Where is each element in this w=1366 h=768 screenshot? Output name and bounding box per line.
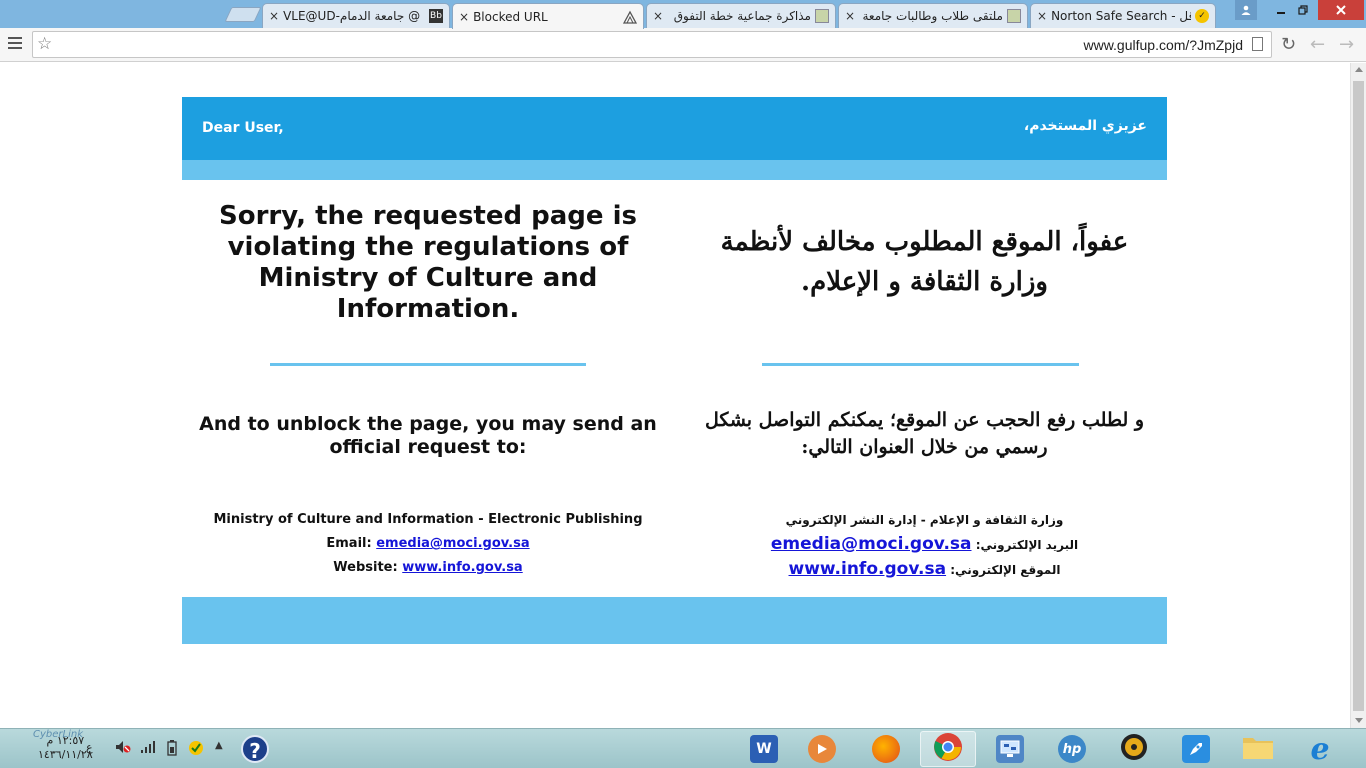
website-line-en: Website: www.info.gov.sa (182, 556, 674, 580)
tab-label: مذاكرة جماعية خطة التفوق (673, 9, 811, 23)
folder-icon (1242, 733, 1274, 765)
tab-close-icon[interactable]: × (459, 10, 469, 24)
website-line-ar: الموقع الإلكتروني: www.info.gov.sa (702, 557, 1147, 582)
vertical-scrollbar[interactable] (1350, 63, 1366, 728)
close-window-button[interactable] (1318, 0, 1364, 20)
email-link-en[interactable]: emedia@moci.gov.sa (376, 536, 529, 551)
play-icon (808, 735, 836, 763)
hp-icon: hp (1058, 735, 1086, 763)
taskbar: ١٢:٥٧ م ١٤٣٦/١١/٢٨ CyberLink ع ▲ ? W hp (0, 728, 1366, 768)
forum-icon (815, 9, 829, 23)
internet-explorer-app-icon[interactable]: e (1292, 731, 1348, 767)
tab-norton[interactable]: × Norton Safe Search - قوقل ✓ (1030, 3, 1216, 28)
tab-close-icon[interactable]: × (269, 9, 279, 23)
media-player-app-icon[interactable] (794, 731, 850, 767)
word-app-icon[interactable]: W (736, 731, 792, 767)
unblock-instructions-en: And to unblock the page, you may send an… (199, 413, 657, 458)
volume-muted-icon[interactable] (115, 740, 131, 758)
email-line-ar: البريد الإلكتروني: emedia@moci.gov.sa (702, 532, 1147, 557)
word-icon: W (750, 735, 778, 763)
language-indicator[interactable]: ع (86, 741, 93, 754)
battery-icon[interactable] (165, 740, 179, 760)
website-label-ar: الموقع الإلكتروني: (950, 563, 1061, 577)
scroll-thumb[interactable] (1353, 81, 1364, 711)
firefox-icon (872, 735, 900, 763)
tab-close-icon[interactable]: × (1037, 9, 1047, 23)
contact-info-en: Ministry of Culture and Information - El… (182, 508, 674, 580)
scroll-down-icon[interactable] (1355, 718, 1363, 723)
tab-label: ملتقى طلاب وطالبات جامعة (862, 9, 1003, 23)
help-icon[interactable]: ? (241, 735, 269, 763)
website-link-ar[interactable]: www.info.gov.sa (789, 559, 947, 579)
control-panel-icon (996, 735, 1024, 763)
clock-date: ١٤٣٦/١١/٢٨ (38, 748, 93, 761)
ie-icon: e (1310, 731, 1330, 767)
cyberlink-logo: CyberLink (33, 729, 83, 740)
divider-en (270, 363, 586, 366)
browser-toolbar: ☆ www.gulfup.com/?JmZpjd ↻ ← → (0, 28, 1366, 62)
chrome-app-icon[interactable] (920, 731, 976, 767)
email-label-ar: البريد الإلكتروني: (975, 538, 1079, 552)
firefox-app-icon[interactable] (858, 731, 914, 767)
file-explorer-app-icon[interactable] (1230, 731, 1286, 767)
header-band: Dear User, عزيزي المستخدم، (182, 97, 1167, 160)
title-bar: × VLE@UD-جامعة الدمام @ Bb × Blocked URL… (0, 0, 1366, 29)
greeting-en: Dear User, (202, 120, 284, 136)
tab-study[interactable]: × مذاكرة جماعية خطة التفوق (646, 3, 836, 28)
hp-app-icon[interactable]: hp (1044, 731, 1100, 767)
rocket-icon (1182, 735, 1210, 763)
forum-icon (1007, 9, 1021, 23)
greeting-ar: عزيزي المستخدم، (1023, 118, 1147, 134)
org-name-ar: وزارة الثقافة و الإعلام - إدارة النشر ال… (785, 513, 1064, 527)
new-tab-button[interactable] (224, 7, 262, 22)
email-label-en: Email: (326, 536, 372, 551)
address-bar[interactable]: ☆ www.gulfup.com/?JmZpjd (32, 31, 1272, 58)
norton-check-icon: ✓ (1195, 9, 1209, 23)
tab-close-icon[interactable]: × (653, 9, 663, 23)
email-link-ar[interactable]: emedia@moci.gov.sa (771, 534, 972, 554)
url-text[interactable]: www.gulfup.com/?JmZpjd (1083, 37, 1243, 53)
back-icon[interactable]: ← (1310, 34, 1325, 55)
menu-icon[interactable] (8, 37, 22, 51)
page-loading-icon (623, 10, 637, 24)
control-panel-app-icon[interactable] (982, 731, 1038, 767)
tab-label: VLE@UD-جامعة الدمام @ (283, 9, 421, 23)
contact-info-ar: وزارة الثقافة و الإعلام - إدارة النشر ال… (702, 508, 1147, 582)
org-name-en: Ministry of Culture and Information - El… (213, 512, 643, 527)
disc-app-icon[interactable] (1106, 731, 1162, 767)
reload-icon[interactable]: ↻ (1281, 34, 1296, 55)
tab-label: Blocked URL (473, 9, 548, 24)
disc-icon (1119, 732, 1149, 766)
network-signal-icon[interactable] (140, 740, 156, 758)
website-label-en: Website: (333, 560, 398, 575)
norton-tray-icon[interactable] (188, 740, 204, 760)
email-line-en: Email: emedia@moci.gov.sa (182, 532, 674, 556)
restore-button[interactable] (1292, 0, 1314, 20)
minimize-button[interactable] (1270, 0, 1292, 20)
page-content: Dear User, عزيزي المستخدم، Sorry, the re… (0, 63, 1350, 728)
sub-band (182, 160, 1167, 180)
sorry-message-en: Sorry, the requested page is violating t… (219, 201, 637, 324)
footer-band (182, 597, 1167, 644)
user-profile-icon[interactable] (1235, 0, 1257, 20)
divider-ar (762, 363, 1079, 366)
tab-forum[interactable]: × ملتقى طلاب وطالبات جامعة (838, 3, 1028, 28)
forward-icon[interactable]: → (1339, 34, 1354, 55)
show-hidden-icons-icon[interactable]: ▲ (215, 740, 223, 751)
tab-blocked-url[interactable]: × Blocked URL (452, 3, 644, 29)
tab-label: Norton Safe Search - قوقل (1051, 9, 1191, 23)
website-link-en[interactable]: www.info.gov.sa (402, 560, 522, 575)
rocket-app-icon[interactable] (1168, 731, 1224, 767)
page-info-icon[interactable] (1252, 37, 1263, 51)
tab-vle[interactable]: × VLE@UD-جامعة الدمام @ Bb (262, 3, 450, 28)
unblock-instructions-ar: و لطلب رفع الحجب عن الموقع؛ يمكنكم التوا… (704, 409, 1145, 458)
sorry-message-ar: عفواً، الموقع المطلوب مخالف لأنظمة وزارة… (720, 227, 1129, 297)
chrome-icon (933, 732, 963, 766)
blackboard-icon: Bb (429, 9, 443, 23)
tab-close-icon[interactable]: × (845, 9, 855, 23)
scroll-up-icon[interactable] (1355, 67, 1363, 72)
bookmark-star-icon[interactable]: ☆ (37, 34, 52, 54)
